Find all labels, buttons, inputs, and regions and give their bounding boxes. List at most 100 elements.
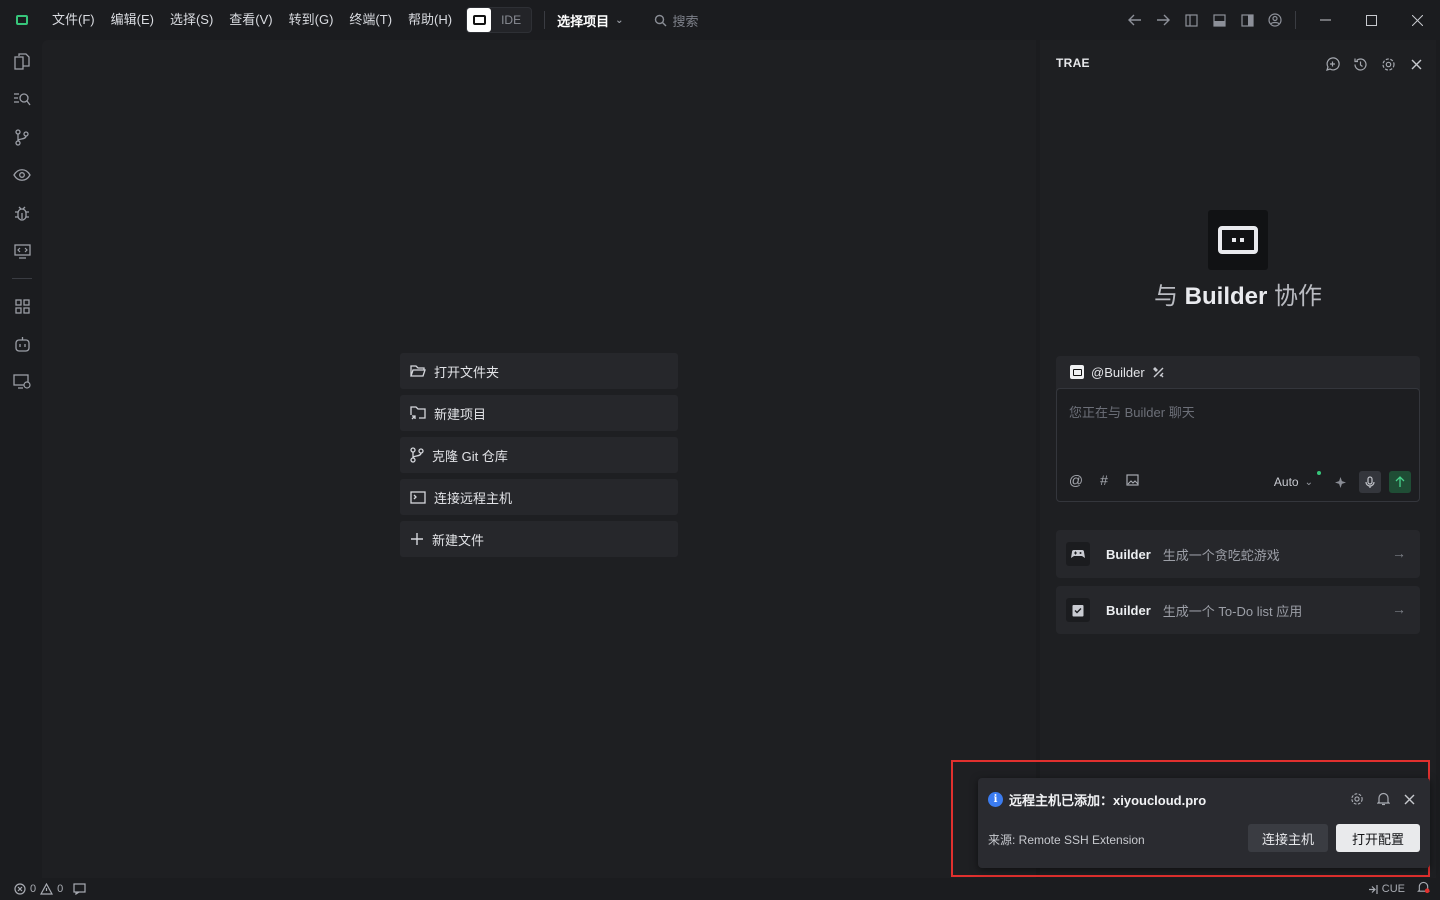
model-select[interactable]: Auto ⌄ xyxy=(1273,471,1321,489)
search-box[interactable]: 搜索 xyxy=(654,11,699,30)
hash-context-icon[interactable]: # xyxy=(1093,469,1115,491)
chat-input[interactable]: 您正在与 Builder 聊天 @ # Auto ⌄ xyxy=(1056,388,1420,502)
account-icon[interactable] xyxy=(1261,6,1289,34)
search-files-icon[interactable] xyxy=(0,80,44,118)
notification-header: i 远程主机已添加：xiyoucloud.pro xyxy=(988,790,1206,809)
hero-suffix: 协作 xyxy=(1274,283,1323,310)
menu-go[interactable]: 转到(G) xyxy=(281,0,342,40)
chat-composer: @Builder 您正在与 Builder 聊天 @ # Auto ⌄ xyxy=(1056,356,1420,502)
remote-host-icon[interactable] xyxy=(0,363,44,401)
suggestion-agent: Builder xyxy=(1106,546,1151,562)
arrow-right-icon: → xyxy=(1392,545,1406,561)
suggestion-card[interactable]: Builder 生成一个 To-Do list 应用 → xyxy=(1056,586,1420,634)
cue-status[interactable]: CUE xyxy=(1368,883,1405,895)
open-config-button[interactable]: 打开配置 xyxy=(1335,824,1420,852)
new-project-button[interactable]: 新建项目 xyxy=(400,395,678,431)
chat-actions: Auto ⌄ xyxy=(1274,471,1411,493)
chat-bubble-icon[interactable] xyxy=(73,883,86,895)
problems-status[interactable]: 0 0 xyxy=(0,883,86,895)
cue-label: CUE xyxy=(1381,883,1405,895)
plus-icon xyxy=(411,533,423,545)
image-upload-icon[interactable] xyxy=(1121,469,1143,491)
notification-settings-gear-icon[interactable] xyxy=(1346,788,1368,810)
divider xyxy=(544,11,546,29)
suggestion-text: 生成一个 To-Do list 应用 xyxy=(1162,603,1303,619)
divider xyxy=(1295,11,1296,29)
clone-git-button[interactable]: 克隆 Git 仓库 xyxy=(400,437,678,473)
toggle-left-sidebar-icon[interactable] xyxy=(1177,6,1205,34)
chat-input-placeholder: 您正在与 Builder 聊天 xyxy=(1069,405,1195,420)
microphone-icon[interactable] xyxy=(1359,471,1381,493)
history-icon[interactable] xyxy=(1346,50,1374,78)
menu-view[interactable]: 查看(V) xyxy=(221,0,280,40)
notification-buttons: 连接主机 打开配置 xyxy=(1247,824,1420,852)
gamepad-icon xyxy=(1066,542,1090,566)
status-bar: 0 0 CUE xyxy=(0,878,1440,900)
error-count: 0 xyxy=(30,883,37,895)
solo-mode-icon[interactable] xyxy=(467,8,492,32)
close-window-icon[interactable] xyxy=(1394,0,1440,40)
warning-count: 0 xyxy=(57,883,64,895)
model-status-dot xyxy=(1317,471,1321,475)
model-label: Auto xyxy=(1273,475,1299,489)
sparkle-enhance-icon[interactable] xyxy=(1329,471,1351,493)
arrow-right-icon: → xyxy=(1392,601,1406,617)
activity-bar xyxy=(0,40,44,878)
suggestion-card[interactable]: Builder 生成一个贪吃蛇游戏 → xyxy=(1056,530,1420,578)
project-select[interactable]: 选择项目 ⌄ xyxy=(557,11,623,30)
send-arrow-icon[interactable] xyxy=(1389,471,1411,493)
menu-terminal[interactable]: 终端(T) xyxy=(341,0,400,40)
new-file-label: 新建文件 xyxy=(432,532,485,548)
title-bar: 文件(F) 编辑(E) 选择(S) 查看(V) 转到(G) 终端(T) 帮助(H… xyxy=(0,0,1440,40)
agent-selector[interactable]: @Builder xyxy=(1056,356,1420,388)
new-file-button[interactable]: 新建文件 xyxy=(400,521,678,557)
panel-title: TRAE xyxy=(1056,56,1090,70)
divider xyxy=(12,278,32,279)
preview-eye-icon[interactable] xyxy=(0,156,44,194)
ide-mode-label[interactable]: IDE xyxy=(501,13,521,27)
bell-icon[interactable] xyxy=(1372,788,1394,810)
hero-prefix: 与 xyxy=(1153,283,1178,310)
back-arrow-icon[interactable] xyxy=(1121,6,1149,34)
notification-title: 远程主机已添加：xiyoucloud.pro xyxy=(1009,793,1207,808)
settings-gear-icon[interactable] xyxy=(1374,50,1402,78)
maximize-icon[interactable] xyxy=(1348,0,1394,40)
menu-edit[interactable]: 编辑(E) xyxy=(103,0,162,40)
menu-file[interactable]: 文件(F) xyxy=(44,0,103,40)
panel-actions xyxy=(1318,50,1430,78)
open-folder-label: 打开文件夹 xyxy=(434,364,500,380)
notifications-bell-icon[interactable] xyxy=(1417,881,1430,897)
close-notification-icon[interactable] xyxy=(1398,788,1420,810)
forward-arrow-icon[interactable] xyxy=(1149,6,1177,34)
explorer-icon[interactable] xyxy=(0,42,44,80)
debug-bug-icon[interactable] xyxy=(0,194,44,232)
connect-host-button[interactable]: 连接主机 xyxy=(1247,824,1328,852)
menu-help[interactable]: 帮助(H) xyxy=(400,0,460,40)
new-project-icon xyxy=(410,406,426,420)
hero-agent: Builder xyxy=(1184,283,1268,310)
new-project-label: 新建项目 xyxy=(434,406,487,422)
minimize-icon[interactable] xyxy=(1302,0,1348,40)
project-select-label: 选择项目 xyxy=(557,13,610,29)
titlebar-controls xyxy=(1121,0,1440,40)
ai-agent-robot-icon[interactable] xyxy=(0,325,44,363)
menu-bar: 文件(F) 编辑(E) 选择(S) 查看(V) 转到(G) 终端(T) 帮助(H… xyxy=(44,0,460,40)
chevron-down-icon: ⌄ xyxy=(615,14,624,26)
ai-chat-panel: TRAE 与 Builder 协作 @Builder 您正在与 Builder … xyxy=(1040,40,1436,878)
menu-selection[interactable]: 选择(S) xyxy=(162,0,221,40)
connect-remote-label: 连接远程主机 xyxy=(434,490,513,506)
hero-title: 与 Builder 协作 xyxy=(1040,276,1436,311)
close-panel-icon[interactable] xyxy=(1402,50,1430,78)
toggle-right-sidebar-icon[interactable] xyxy=(1233,6,1261,34)
toggle-bottom-panel-icon[interactable] xyxy=(1205,6,1233,34)
open-folder-button[interactable]: 打开文件夹 xyxy=(400,353,678,389)
connect-remote-button[interactable]: 连接远程主机 xyxy=(400,479,678,515)
mode-switch[interactable]: IDE xyxy=(466,7,533,33)
mention-at-icon[interactable]: @ xyxy=(1065,469,1087,491)
chat-tools: @ # xyxy=(1065,469,1143,491)
remote-explorer-icon[interactable] xyxy=(0,232,44,270)
chevron-down-icon: ⌄ xyxy=(1304,476,1313,488)
source-control-icon[interactable] xyxy=(0,118,44,156)
extensions-icon[interactable] xyxy=(0,287,44,325)
new-chat-icon[interactable] xyxy=(1318,50,1346,78)
